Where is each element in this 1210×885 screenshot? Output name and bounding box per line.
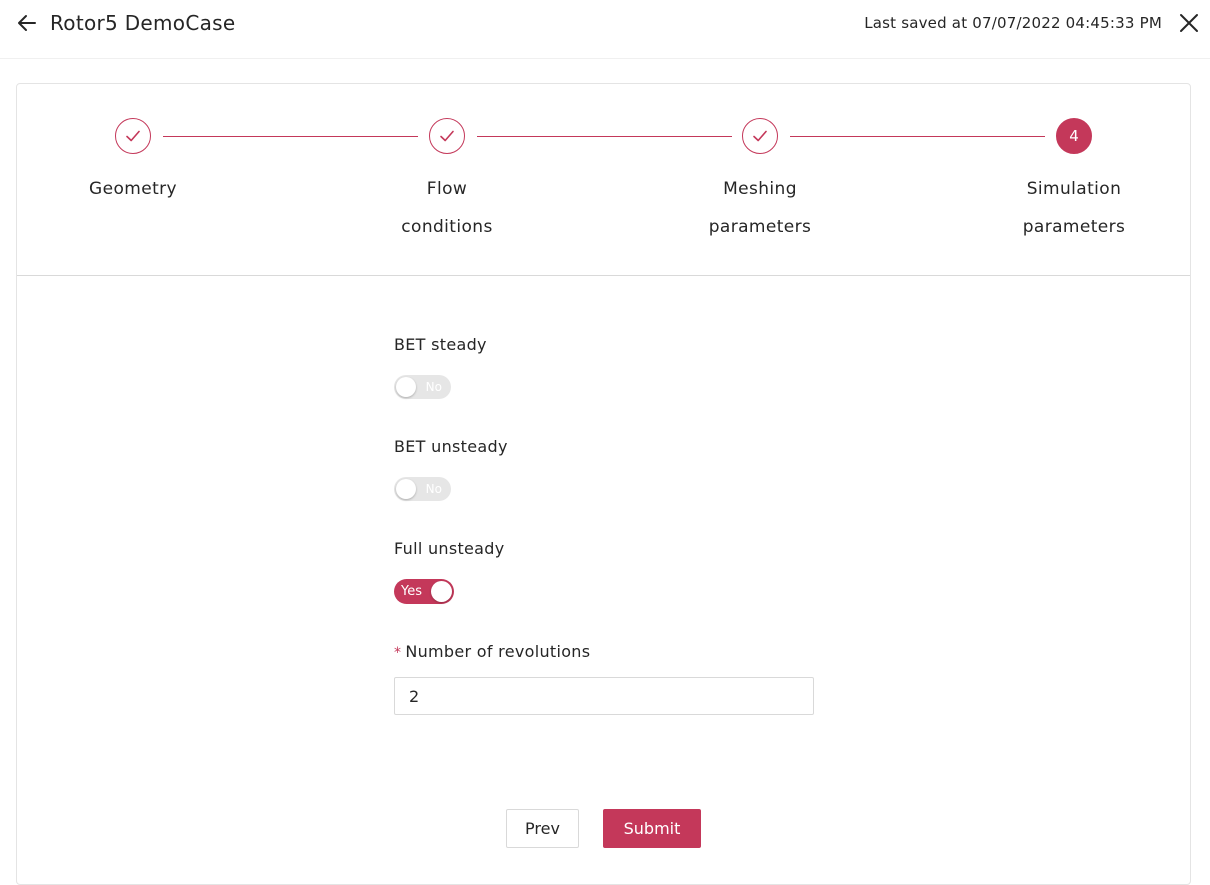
back-button[interactable] [14, 10, 40, 36]
check-icon [440, 130, 454, 142]
bet-steady-toggle[interactable]: No [394, 375, 451, 399]
toggle-knob [431, 581, 452, 602]
step-meshing-check[interactable] [742, 118, 778, 154]
revolutions-label: * Number of revolutions [394, 641, 814, 664]
toggle-text: No [425, 380, 442, 394]
bet-steady-label: BET steady [394, 335, 487, 354]
step-flow-label[interactable]: Flow conditions [347, 170, 547, 246]
revolutions-input[interactable] [394, 677, 814, 715]
toggle-knob [396, 377, 416, 397]
bet-steady-field: BET steady No [394, 334, 814, 399]
toggle-text: Yes [401, 584, 422, 599]
step-geometry-check[interactable] [115, 118, 151, 154]
step-label-line: Meshing [723, 179, 797, 199]
close-button[interactable] [1178, 12, 1200, 34]
bet-unsteady-label: BET unsteady [394, 437, 508, 456]
full-unsteady-field: Full unsteady Yes [394, 538, 814, 604]
step-label-line: parameters [708, 217, 812, 237]
arrow-left-icon [18, 15, 36, 31]
step-connector [163, 136, 418, 137]
last-saved-text: Last saved at 07/07/2022 04:45:33 PM [864, 14, 1162, 32]
submit-button[interactable]: Submit [603, 809, 701, 848]
step-geometry-label[interactable]: Geometry [33, 170, 233, 208]
step-label-line: Geometry [89, 179, 177, 199]
bet-unsteady-toggle[interactable]: No [394, 477, 451, 501]
step-simulation-label[interactable]: Simulation parameters [974, 170, 1174, 246]
check-icon [126, 130, 140, 142]
top-bar: Rotor5 DemoCase Last saved at 07/07/2022… [0, 0, 1210, 59]
simulation-form: BET steady No BET unsteady No Full unste… [394, 334, 814, 715]
step-label-line: parameters [1022, 217, 1126, 237]
wizard-panel: 4 Geometry Flow conditions Meshing param… [16, 83, 1191, 885]
step-flow-check[interactable] [429, 118, 465, 154]
step-simulation-number[interactable]: 4 [1056, 118, 1092, 154]
step-meshing-label[interactable]: Meshing parameters [660, 170, 860, 246]
step-label-line: conditions [401, 217, 493, 237]
required-marker: * [394, 645, 402, 661]
full-unsteady-label: Full unsteady [394, 539, 505, 558]
check-icon [753, 130, 767, 142]
revolutions-field: * Number of revolutions [394, 641, 814, 715]
close-icon [1180, 14, 1198, 32]
prev-button[interactable]: Prev [506, 809, 579, 848]
stepper: 4 Geometry Flow conditions Meshing param… [17, 84, 1190, 276]
page-title: Rotor5 DemoCase [50, 11, 236, 35]
step-connector [477, 136, 732, 137]
toggle-text: No [425, 482, 442, 496]
step-connector [790, 136, 1045, 137]
bet-unsteady-field: BET unsteady No [394, 436, 814, 501]
revolutions-label-text: Number of revolutions [405, 642, 591, 661]
full-unsteady-toggle[interactable]: Yes [394, 579, 454, 604]
toggle-knob [396, 479, 416, 499]
step-label-line: Simulation [1026, 179, 1122, 199]
step-label-line: Flow [426, 179, 468, 199]
